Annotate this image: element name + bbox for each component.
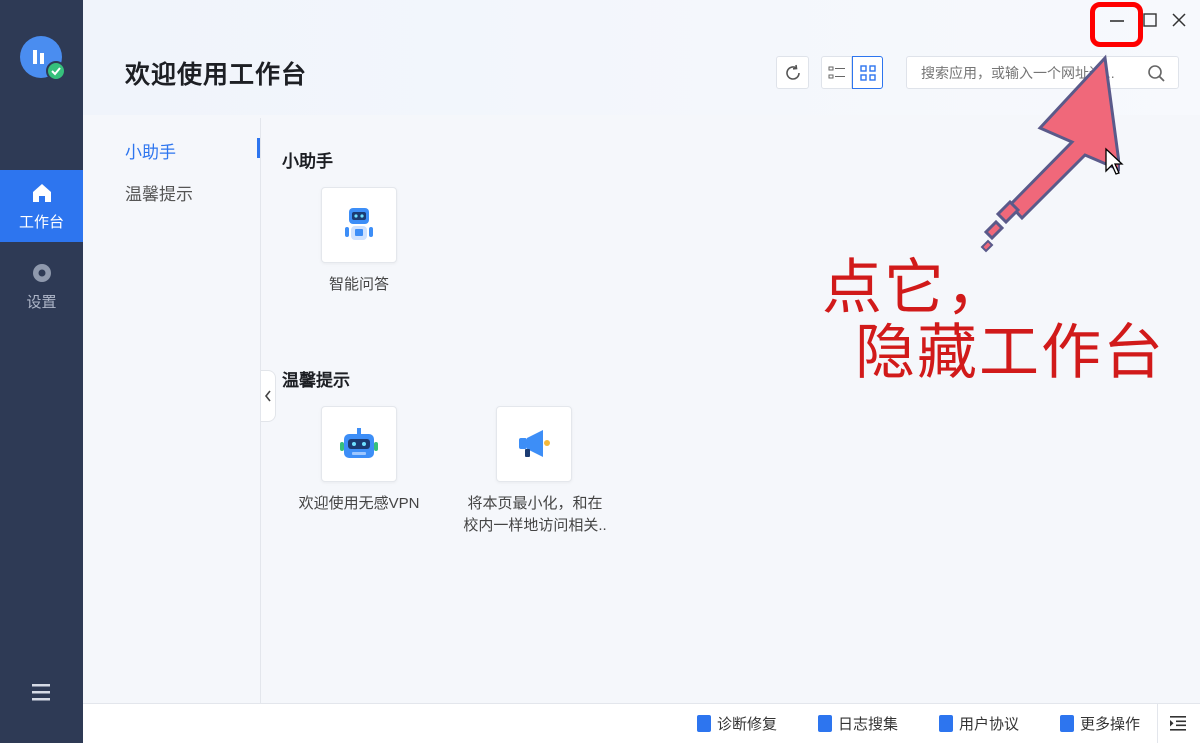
section-title: 温馨提示 (282, 371, 350, 390)
app-label-line1: 将本页最小化，和在 (467, 495, 603, 512)
rail-item-label: 工作台 (18, 213, 64, 231)
more-actions-button[interactable]: 更多操作 (1060, 711, 1140, 735)
hamburger-menu-icon[interactable] (30, 681, 52, 703)
robot-assistant-icon (345, 208, 373, 240)
section-title: 小助手 (282, 152, 333, 171)
robot-face-icon (340, 428, 378, 458)
diagnose-repair-button[interactable]: 诊断修复 (697, 711, 777, 735)
subnav-item-assistant[interactable]: 小助手 (125, 138, 176, 163)
lock-icon (697, 714, 711, 732)
more-actions-label: 更多操作 (1080, 715, 1141, 733)
document-icon (818, 714, 832, 732)
app-tile-vpn-welcome[interactable] (321, 406, 397, 482)
app-label: 智能问答 (328, 276, 389, 293)
refresh-button[interactable] (776, 56, 809, 89)
collapse-subnav-button[interactable] (261, 370, 276, 422)
user-agreement-label: 用户协议 (959, 715, 1020, 733)
gear-icon (32, 263, 51, 282)
list-view-icon (828, 66, 845, 78)
annotation-highlight-box (1090, 2, 1143, 47)
grid-view-icon (859, 64, 876, 81)
list-document-icon (1060, 714, 1074, 732)
user-document-icon (939, 714, 953, 732)
log-collect-button[interactable]: 日志搜集 (818, 711, 898, 735)
grid-view-button[interactable] (852, 56, 883, 89)
connected-check-icon (46, 61, 66, 81)
app-logo-icon (20, 36, 66, 81)
annotation-text-line1: 点它， (822, 255, 1008, 321)
rail-item-label: 设置 (26, 293, 57, 311)
chevron-left-icon (264, 390, 271, 402)
diagnose-label: 诊断修复 (717, 715, 778, 733)
app-tile-minimize-tip[interactable] (496, 406, 572, 482)
annotation-arrow-icon (980, 54, 1120, 253)
indent-icon[interactable] (1169, 714, 1187, 732)
home-icon (32, 183, 51, 202)
user-agreement-button[interactable]: 用户协议 (939, 711, 1019, 735)
megaphone-icon (519, 430, 550, 457)
log-collect-label: 日志搜集 (838, 715, 899, 733)
maximize-icon (1143, 13, 1157, 27)
annotation-text-line2: 隐藏工作台 (855, 320, 1165, 386)
page-title: 欢迎使用工作台 (125, 61, 308, 89)
rail-item-settings[interactable]: 设置 (0, 250, 83, 322)
subnav-item-tips[interactable]: 温馨提示 (125, 180, 193, 205)
left-rail: 工作台 设置 (0, 0, 83, 743)
rail-item-workbench[interactable]: 工作台 (0, 170, 83, 242)
close-icon (1172, 13, 1186, 27)
mouse-pointer-icon (1105, 147, 1124, 175)
close-button[interactable] (1166, 8, 1192, 32)
search-icon[interactable] (1147, 64, 1166, 83)
refresh-icon (785, 64, 800, 80)
bottom-toolbar (83, 703, 1200, 743)
app-label-line2: 校内一样地访问相关.. (463, 517, 607, 534)
list-view-button[interactable] (821, 56, 852, 89)
app-tile-smart-qa[interactable] (321, 187, 397, 263)
app-label: 欢迎使用无感VPN (298, 495, 420, 512)
bottom-divider (1157, 703, 1158, 743)
